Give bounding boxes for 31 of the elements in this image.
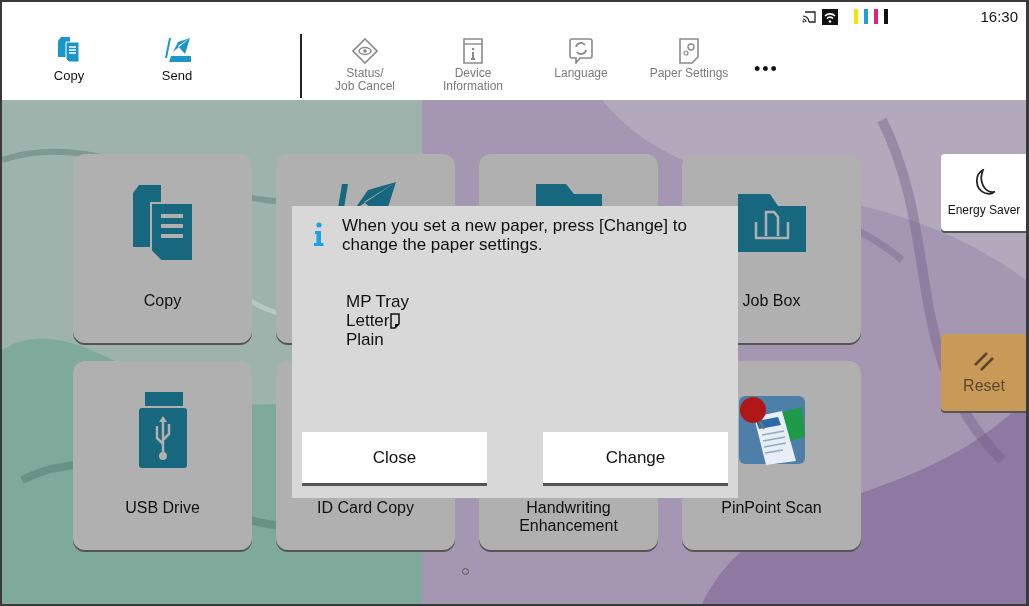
quick-access-button[interactable]: Send [138, 36, 216, 84]
wifi-icon [822, 8, 839, 25]
dialog-button[interactable]: Close [302, 432, 487, 486]
clock-time: 16:30 [980, 8, 1018, 25]
energy-saver-button[interactable]: Energy Saver [941, 154, 1026, 231]
function-tile[interactable]: USB Drive [73, 361, 252, 550]
reset-button[interactable]: Reset [941, 334, 1026, 411]
menu-button[interactable]: Paper Settings [638, 38, 740, 80]
paper-info-text: MP Tray [346, 292, 409, 311]
menu-button[interactable]: Status/ Job Cancel [314, 38, 416, 93]
copy-icon [130, 183, 195, 263]
menu-button[interactable]: Language [530, 38, 632, 80]
speech-bubble-icon [569, 38, 593, 64]
more-button[interactable]: ••• [754, 58, 779, 80]
folder-tray-icon [735, 192, 808, 254]
usb-drive-icon [136, 390, 189, 470]
info-icon [314, 222, 324, 246]
copy-icon [57, 36, 81, 64]
paper-info-text: Plain [346, 330, 384, 349]
pinned-document-icon [737, 395, 806, 465]
moon-icon [973, 168, 995, 197]
cast-icon [802, 10, 817, 23]
quick-access-button[interactable]: Copy [30, 36, 108, 84]
double-slash-icon [973, 350, 995, 371]
eye-icon [352, 38, 378, 64]
menu-button[interactable]: Device Information [422, 38, 524, 93]
paper-info-text: Letter [346, 311, 390, 330]
function-tile[interactable]: Copy [73, 154, 252, 343]
paper-plane-icon [163, 36, 191, 64]
dialog-button[interactable]: Change [543, 432, 728, 486]
info-document-icon [463, 38, 483, 64]
